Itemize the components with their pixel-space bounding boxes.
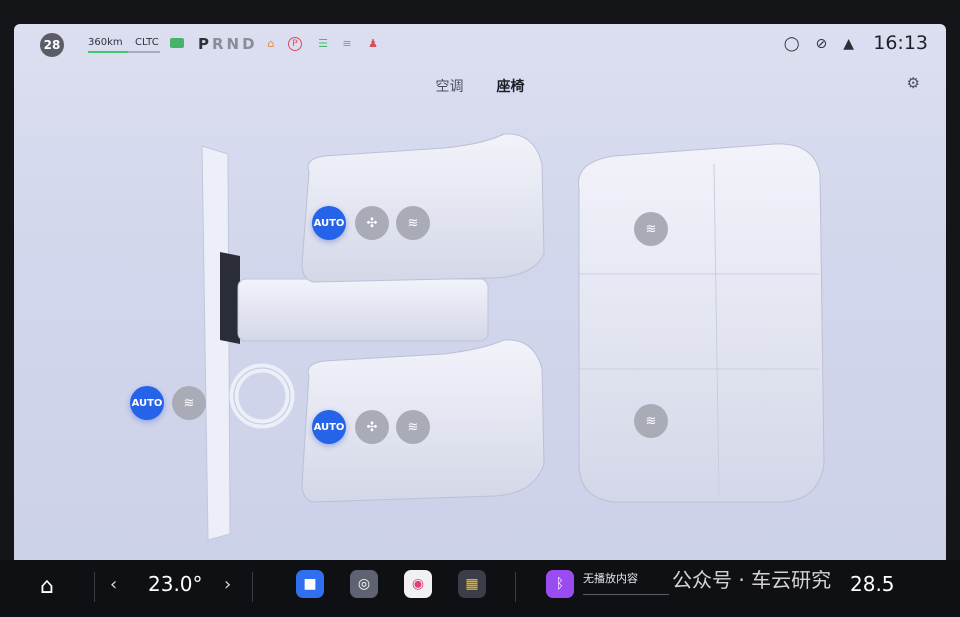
front-left-fan-icon[interactable]: ✣ [355, 206, 389, 240]
steering-wheel-heat-icon[interactable]: ≋ [172, 386, 206, 420]
center-screen [220, 252, 240, 344]
front-left-seat-heat-icon[interactable]: ≋ [396, 206, 430, 240]
home-icon[interactable]: ⌂ [40, 574, 54, 599]
media-status: 无播放内容 [583, 572, 638, 585]
front-right-auto-button[interactable]: AUTO [312, 410, 346, 444]
rear-right-seat-heat-icon[interactable]: ≋ [634, 404, 668, 438]
screen: 28 360km CLTC PRND ⌂ P ☰ ≡ ♟ ◯ ⊘ ▲ 16:13… [14, 24, 946, 560]
front-right-seat-heat-icon[interactable]: ≋ [396, 410, 430, 444]
steering-app-icon[interactable]: ◎ [350, 570, 378, 598]
p-app-icon[interactable]: ◉ [404, 570, 432, 598]
center-console [237, 278, 489, 342]
dashboard [201, 145, 231, 541]
bottom-dock: ⌂ ‹ 23.0° › ■ ◎ ◉ ▦ ᛒ 无播放内容 公众号 · 车云研究 2… [0, 560, 960, 617]
front-left-auto-button[interactable]: AUTO [312, 206, 346, 240]
temp-right-value: 28.5 [850, 572, 895, 596]
video-app-icon[interactable]: ■ [296, 570, 324, 598]
steering-auto-button[interactable]: AUTO [130, 386, 164, 420]
temp-left-increase-icon[interactable]: › [224, 574, 231, 595]
rear-bench-seat [577, 143, 825, 503]
apps-grid-icon[interactable]: ▦ [458, 570, 486, 598]
bluetooth-icon[interactable]: ᛒ [546, 570, 574, 598]
car-interior-illustration [201, 133, 825, 541]
watermark-text: 公众号 · 车云研究 [672, 568, 832, 592]
front-right-fan-icon[interactable]: ✣ [355, 410, 389, 444]
temp-left-decrease-icon[interactable]: ‹ [110, 574, 117, 595]
temp-left-value: 23.0° [148, 572, 203, 596]
rear-left-seat-heat-icon[interactable]: ≋ [634, 212, 668, 246]
